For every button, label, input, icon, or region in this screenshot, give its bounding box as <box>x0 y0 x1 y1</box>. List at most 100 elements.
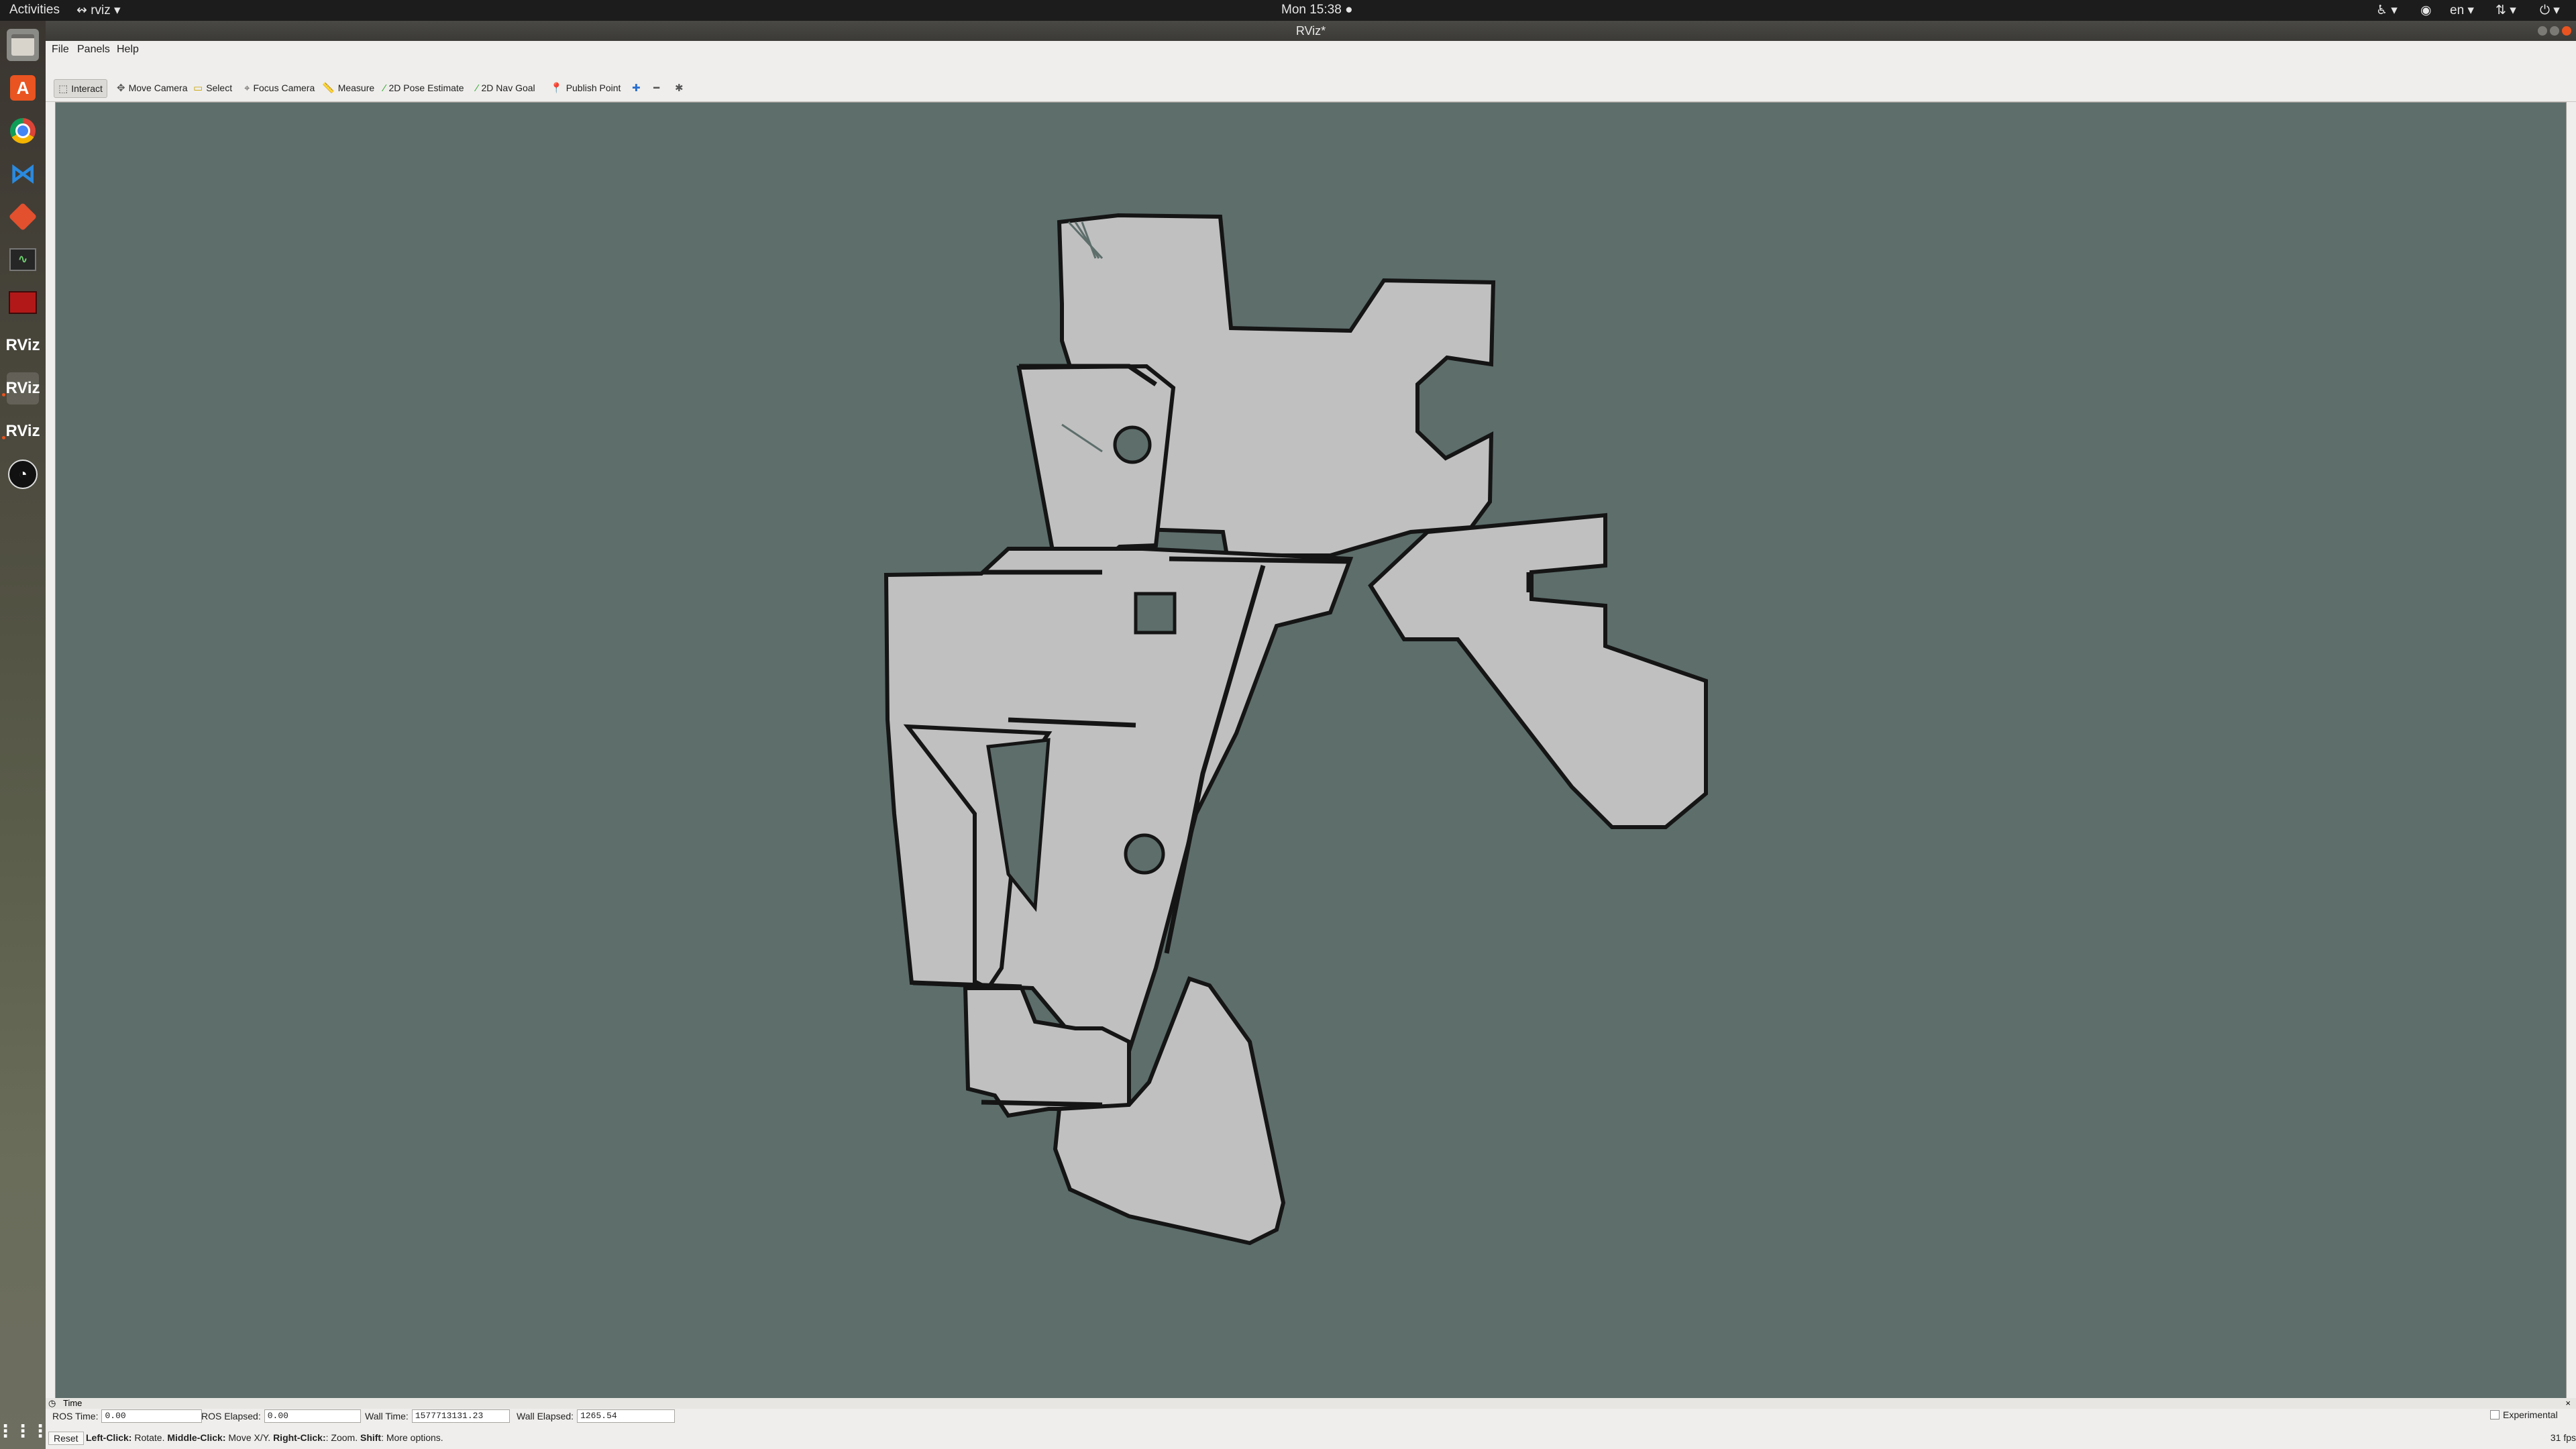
middle-click-key: Middle-Click: <box>167 1432 226 1443</box>
ros-time-input[interactable]: 0.00 <box>101 1409 203 1423</box>
time-panel-header: ◷ Time × <box>46 1398 2576 1409</box>
git-icon[interactable] <box>7 201 39 233</box>
files-icon[interactable] <box>7 29 39 61</box>
fps-indicator: 31 fps <box>2550 1432 2576 1443</box>
right-click-key: Right-Click: <box>273 1432 326 1443</box>
interact-button[interactable]: ⬚ Interact <box>54 79 107 98</box>
experimental-label: Experimental <box>2503 1409 2558 1420</box>
left-click-desc: Rotate. <box>131 1432 168 1443</box>
vscode-icon[interactable]: ⋈ <box>7 158 39 190</box>
app-menu[interactable]: ↭ rviz ▾ <box>76 3 121 18</box>
add-tool-button[interactable]: ✚ <box>628 79 645 97</box>
terminal-red-icon[interactable] <box>7 286 39 319</box>
move-camera-label: Move Camera <box>128 83 188 93</box>
2d-pose-estimate-label: 2D Pose Estimate <box>388 83 464 93</box>
plus-icon: ✚ <box>632 83 641 94</box>
language-menu[interactable]: en ▾ <box>2450 3 2474 18</box>
ruler-icon: 📏 <box>322 83 335 94</box>
obs-tray-icon[interactable]: ◉ <box>2420 3 2432 18</box>
focus-camera-label: Focus Camera <box>253 83 315 93</box>
focus-camera-icon: ⌖ <box>244 82 250 94</box>
minimize-icon[interactable] <box>2538 26 2547 36</box>
measure-label: Measure <box>337 83 375 93</box>
pose-arrow-icon: ⁄ <box>384 82 386 94</box>
network-icon[interactable]: ⇅ ▾ <box>2496 3 2516 18</box>
tool-properties-button[interactable]: ✱ <box>671 79 688 97</box>
clock[interactable]: Mon 15:38 ● <box>1281 3 1353 17</box>
2d-nav-goal-button[interactable]: ⁄ 2D Nav Goal <box>472 79 539 97</box>
maximize-icon[interactable] <box>2550 26 2559 36</box>
experimental-checkbox[interactable]: Experimental <box>2490 1409 2558 1420</box>
map-region <box>883 547 1354 1058</box>
language-label: en <box>2450 3 2465 17</box>
publish-point-label: Publish Point <box>566 83 621 93</box>
top-bar: Activities ↭ rviz ▾ Mon 15:38 ● ♿ ▾ ◉ en… <box>0 0 2576 21</box>
measure-button[interactable]: 📏 Measure <box>318 79 378 97</box>
nav-goal-arrow-icon: ⁄ <box>476 82 478 94</box>
rviz-window: RViz* File Panels Help ⬚ Interact ✥ Move… <box>46 21 2576 1449</box>
wall-time-field: Wall Time: 1577713131.23 <box>365 1409 510 1423</box>
clock-label: Mon 15:38 <box>1281 3 1342 17</box>
close-icon[interactable] <box>2562 26 2571 36</box>
select-icon: ▭ <box>193 83 203 94</box>
middle-click-desc: Move X/Y. <box>225 1432 274 1443</box>
map-wall <box>1169 556 1351 564</box>
ros-time-label: ROS Time: <box>52 1411 99 1421</box>
interact-icon: ⬚ <box>58 83 68 95</box>
wall-elapsed-label: Wall Elapsed: <box>517 1411 574 1421</box>
occupancy-map <box>883 213 1708 1246</box>
focus-camera-button[interactable]: ⌖ Focus Camera <box>240 79 319 97</box>
ros-elapsed-field: ROS Elapsed: 0.00 <box>201 1409 361 1423</box>
time-panel-title: Time <box>63 1398 83 1408</box>
menu-panels[interactable]: Panels <box>77 44 110 56</box>
rviz-icon[interactable]: RViz <box>5 329 40 362</box>
wall-time-input[interactable]: 1577713131.23 <box>411 1409 510 1423</box>
software-center-icon[interactable]: A <box>7 72 39 104</box>
dock: A ⋈ ∿ RViz RViz RViz ◔ ⋮⋮⋮ <box>0 21 49 1449</box>
ros-elapsed-input[interactable]: 0.00 <box>264 1409 361 1423</box>
chevron-down-icon: ▾ <box>2464 3 2474 17</box>
power-icon[interactable]: ⏻ ▾ <box>2540 3 2560 18</box>
map-obstacle <box>1124 833 1165 875</box>
activities-button[interactable]: Activities <box>9 3 60 17</box>
render-viewport[interactable] <box>55 102 2567 1405</box>
select-button[interactable]: ▭ Select <box>189 79 236 97</box>
shift-desc: : More options. <box>381 1432 443 1443</box>
app-menu-icon: ↭ <box>76 3 91 17</box>
map-wall <box>981 1099 1103 1108</box>
chrome-icon[interactable] <box>7 115 39 147</box>
obs-icon[interactable]: ◔ <box>7 458 39 490</box>
wall-elapsed-input[interactable]: 1265.54 <box>577 1409 676 1423</box>
map-obstacle <box>1113 425 1152 464</box>
status-bar: Reset Left-Click: Rotate. Middle-Click: … <box>46 1427 2576 1449</box>
checkbox-icon[interactable] <box>2490 1410 2500 1419</box>
remove-tool-button[interactable]: ━ <box>649 79 663 97</box>
menu-file[interactable]: File <box>52 44 69 56</box>
system-monitor-icon[interactable]: ∿ <box>7 244 39 276</box>
ros-elapsed-label: ROS Elapsed: <box>201 1411 261 1421</box>
accessibility-icon[interactable]: ♿ ▾ <box>2376 3 2398 18</box>
publish-point-button[interactable]: 📍 Publish Point <box>546 79 625 97</box>
right-click-desc: : Zoom. <box>325 1432 360 1443</box>
close-icon[interactable]: × <box>2565 1398 2571 1408</box>
2d-pose-estimate-button[interactable]: ⁄ 2D Pose Estimate <box>380 79 468 97</box>
reset-button[interactable]: Reset <box>48 1432 84 1445</box>
app-menu-label: rviz <box>91 3 111 17</box>
toolbar: ⬚ Interact ✥ Move Camera ▭ Select ⌖ Focu… <box>46 57 2576 102</box>
minus-icon: ━ <box>653 83 660 94</box>
menu-help[interactable]: Help <box>117 44 139 56</box>
map-obstacle <box>1134 592 1177 635</box>
running-indicator-icon <box>2 393 5 396</box>
left-click-key: Left-Click: <box>86 1432 132 1443</box>
window-titlebar: RViz* <box>46 21 2576 41</box>
2d-nav-goal-label: 2D Nav Goal <box>481 83 535 93</box>
clock-icon: ◷ <box>48 1398 56 1408</box>
map-pin-icon: 📍 <box>550 83 563 94</box>
show-applications-icon[interactable]: ⋮⋮⋮ <box>0 1415 49 1447</box>
move-camera-button[interactable]: ✥ Move Camera <box>113 79 192 97</box>
chevron-down-icon: ▾ <box>110 3 121 17</box>
rviz-icon[interactable]: RViz <box>5 415 40 447</box>
rviz-icon[interactable]: RViz <box>5 372 40 405</box>
ros-time-field: ROS Time: 0.00 <box>52 1409 203 1423</box>
settings-icon: ✱ <box>675 83 684 94</box>
